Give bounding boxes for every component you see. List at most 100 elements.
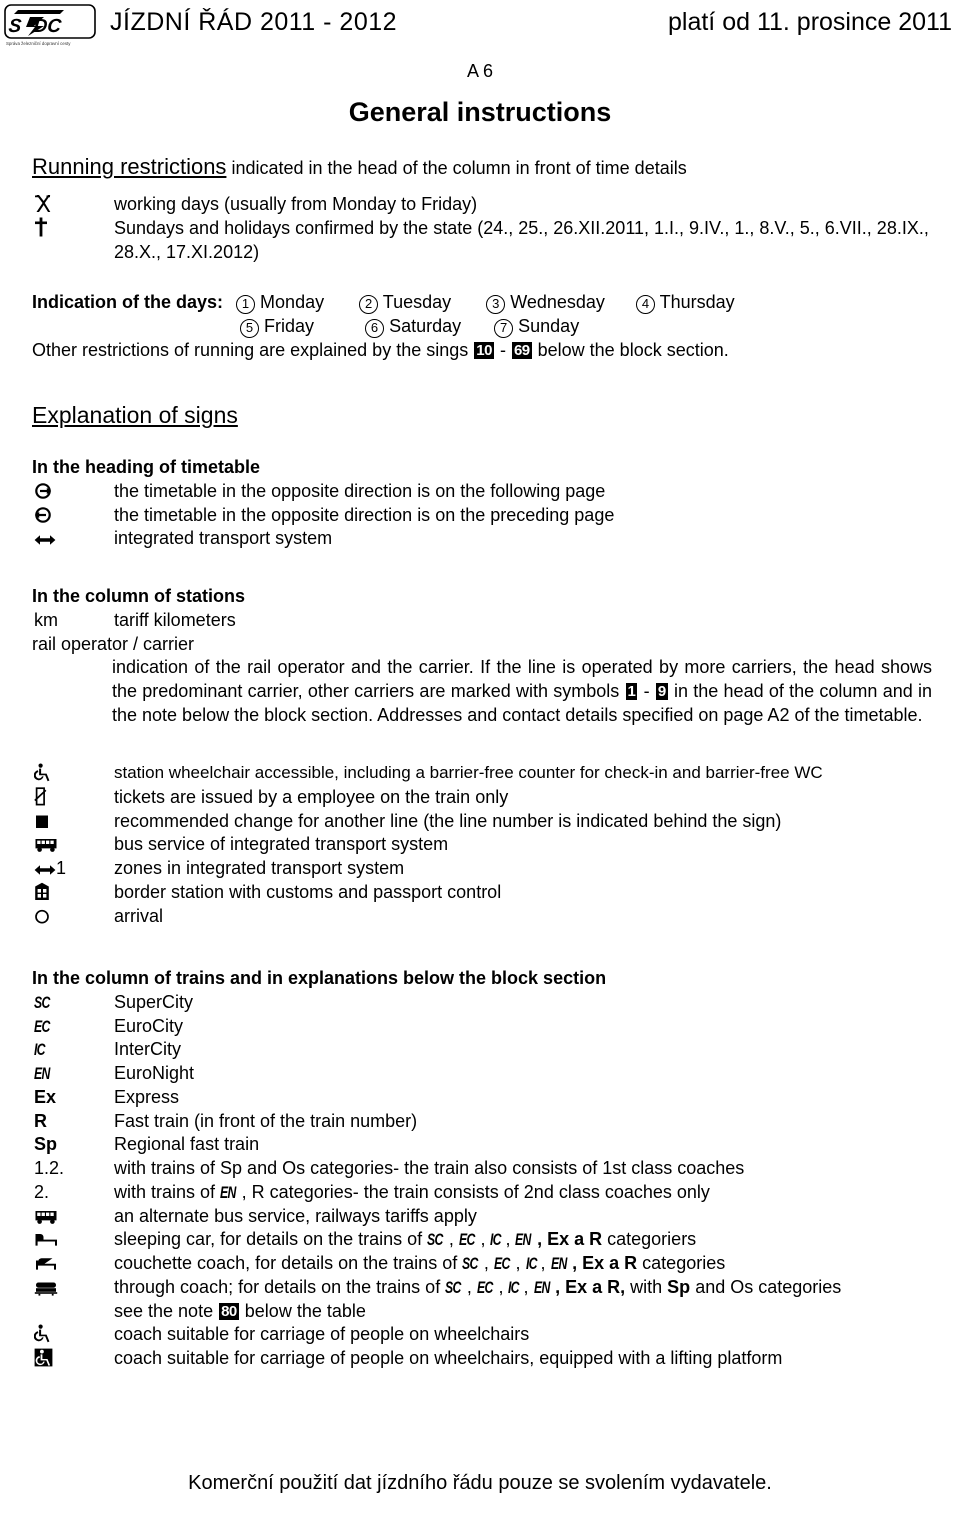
list-item: Ex Express <box>32 1086 932 1110</box>
day-item-saturday: 6 Saturday <box>365 315 462 338</box>
validity-date: platí od 11. prosince 2011 <box>668 8 952 36</box>
train-class-label: EN <box>220 1182 236 1202</box>
list-item: recommended change for another line (the… <box>32 810 932 834</box>
carrier-symbol-to: 9 <box>655 683 668 700</box>
heading-of-timetable-section: In the heading of timetable the timetabl… <box>32 456 932 551</box>
list-item-text: arrival <box>114 905 164 926</box>
list-item: an alternate bus service, railways tarif… <box>32 1205 932 1229</box>
text-a: sleeping car, for details on the trains … <box>114 1229 428 1250</box>
list-item: station wheelchair accessible, including… <box>32 762 932 786</box>
train-class-label: EC <box>34 1016 50 1036</box>
day-item-wednesday: 3 Wednesday <box>486 292 605 314</box>
day-item-monday: 1 Monday <box>236 292 325 314</box>
carrier-symbol-dash: - <box>638 681 655 701</box>
note-reference-line: see the note 80 below the table <box>114 1300 932 1324</box>
train-class-sp: Sp <box>667 1276 691 1297</box>
svg-text:S: S <box>8 16 23 37</box>
train-class-label: IC <box>525 1254 538 1273</box>
day-number: 7 <box>494 318 514 338</box>
crossed-hammers-icon <box>32 193 114 217</box>
train-class-label: IC <box>508 1277 520 1297</box>
day-number: 4 <box>635 295 655 314</box>
list-item: integrated transport system <box>32 527 932 551</box>
list-item: 2. with trains of EN, R categories- the … <box>32 1181 932 1205</box>
train-class-label: IC <box>490 1230 502 1250</box>
list-item-text: the timetable in the opposite direction … <box>114 480 606 501</box>
train-class-ic: IC <box>32 1038 114 1062</box>
list-item-text: the timetable in the opposite direction … <box>114 504 615 525</box>
list-item-text: EuroNight <box>114 1063 195 1083</box>
other-restrictions-suffix: below the block section. <box>532 339 729 360</box>
day-item-tuesday: 2 Tuesday <box>359 292 451 314</box>
list-item: coach suitable for carriage of people on… <box>32 1347 932 1371</box>
note-text-a: see the note <box>114 1300 219 1321</box>
day-name: Monday <box>260 292 325 312</box>
list-item: the timetable in the opposite direction … <box>32 480 932 504</box>
list-item: bus service of integrated transport syst… <box>32 833 932 857</box>
train-class-label: IC <box>34 1040 46 1060</box>
day-name: Saturday <box>389 315 462 336</box>
circle-arrow-right-icon <box>32 480 114 504</box>
day-number: 5 <box>240 318 259 338</box>
train-class-en: EN <box>32 1062 114 1086</box>
running-restrictions-section: Running restrictions indicated in the he… <box>32 152 932 181</box>
coach-icon <box>32 1276 114 1300</box>
days-row-2: 5 Friday 6 Saturday 7 Sunday <box>32 315 932 339</box>
train-class-label: EC <box>476 1277 493 1297</box>
list-item-text: tickets are issued by a employee on the … <box>114 786 509 807</box>
timetable-title: JÍZDNÍ ŘÁD 2011 - 2012 <box>110 8 398 36</box>
explanation-heading: Explanation of signs <box>32 402 238 428</box>
page-title: General instructions <box>348 97 612 127</box>
double-arrow-one-icon: 1 <box>32 857 114 881</box>
list-item: tickets are issued by a employee on the … <box>32 786 932 810</box>
train-class-label: SC <box>445 1277 461 1297</box>
list-item-text: SuperCity <box>114 991 194 1012</box>
list-item: through coach; for details on the trains… <box>32 1276 932 1300</box>
day-name: Friday <box>264 315 315 336</box>
days-label: Indication of the days: <box>32 292 224 312</box>
szdc-logo: S DC Správa železniční dopravní cesty <box>4 4 96 48</box>
list-item-text: Express <box>114 1086 180 1107</box>
list-item: couchette coach, for details on the trai… <box>32 1252 932 1276</box>
days-row-1: Indication of the days: 1 Monday 2 Tuesd… <box>32 291 932 315</box>
other-restrictions-dash: - <box>494 339 511 360</box>
ticket-slash-icon <box>32 786 114 810</box>
train-class-label: EN <box>34 1064 50 1083</box>
list-item-text: station wheelchair accessible, including… <box>114 763 823 782</box>
day-name: Wednesday <box>510 292 605 312</box>
carrier-label: rail operator / carrier <box>32 633 195 654</box>
carrier-symbol-from: 1 <box>625 683 638 700</box>
day-name: Sunday <box>518 315 580 336</box>
days-indication-section: Indication of the days: 1 Monday 2 Tuesd… <box>32 291 932 362</box>
list-item-text: zones in integrated transport system <box>114 858 405 878</box>
day-number: 6 <box>365 318 385 338</box>
note-number-from: 10 <box>474 341 494 359</box>
day-item-thursday: 4 Thursday <box>635 292 735 314</box>
svg-text:Správa železniční dopravní ces: Správa železniční dopravní cesty <box>6 41 71 46</box>
train-class-label: EN <box>515 1230 532 1250</box>
running-restrictions-heading: Running restrictions <box>32 154 227 179</box>
note-number: 80 <box>219 1302 239 1320</box>
section-title: In the column of trains and in explanati… <box>32 968 607 988</box>
page-code: A 6 <box>466 61 494 81</box>
list-item: coach suitable for carriage of people on… <box>32 1323 932 1347</box>
list-item: Sundays and holidays confirmed by the st… <box>32 217 932 265</box>
list-item: km tariff kilometers <box>32 609 932 633</box>
day-item-sunday: 7 Sunday <box>494 315 580 338</box>
day-item-friday: 5 Friday <box>240 315 315 338</box>
list-item-text: Fast train (in front of the train number… <box>114 1110 418 1131</box>
circle-icon <box>32 905 114 929</box>
list-item: 1 zones in integrated transport system <box>32 857 932 881</box>
list-item: arrival <box>32 905 932 929</box>
list-item-text: Sundays and holidays confirmed by the st… <box>114 217 929 262</box>
running-restrictions-rows: working days (usually from Monday to Fri… <box>32 193 932 264</box>
running-restrictions-heading-line: Running restrictions indicated in the he… <box>32 152 932 181</box>
wheelchair-lift-icon <box>32 1347 114 1371</box>
couchette-icon <box>32 1252 114 1276</box>
train-class-label: EC <box>493 1254 510 1273</box>
column-of-trains-section: In the column of trains and in explanati… <box>32 967 932 1371</box>
bus-icon <box>32 833 114 857</box>
carrier-description: indication of the rail operator and the … <box>32 656 932 727</box>
list-item: R Fast train (in front of the train numb… <box>32 1110 932 1134</box>
train-class-label: SC <box>427 1230 443 1250</box>
